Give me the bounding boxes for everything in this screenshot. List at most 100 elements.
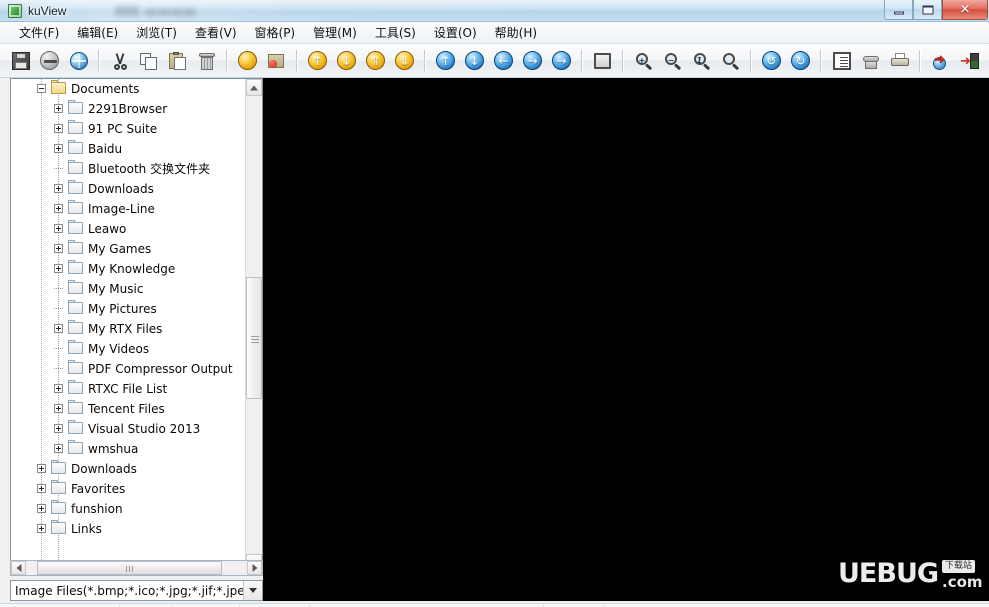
tree-item[interactable]: 91 PC Suite: [11, 119, 245, 139]
expand-icon[interactable]: [54, 244, 63, 253]
expand-icon[interactable]: [37, 524, 46, 533]
tree-item[interactable]: Links: [11, 519, 245, 539]
expand-icon[interactable]: [54, 204, 63, 213]
tree-item[interactable]: Baidu: [11, 139, 245, 159]
first-image-button[interactable]: ⇑: [362, 47, 389, 74]
previous-image-button[interactable]: ↑: [304, 47, 331, 74]
scrollbar-up-button[interactable]: [246, 79, 262, 96]
scroll-right-button[interactable]: →: [519, 47, 546, 74]
scrollbar-thumb[interactable]: [246, 277, 262, 399]
scroll-left-button-h[interactable]: [11, 561, 26, 575]
browser-button[interactable]: [65, 47, 92, 74]
properties-button[interactable]: [828, 47, 855, 74]
menu-browse[interactable]: 浏览(T): [127, 22, 186, 43]
tree-item[interactable]: My RTX Files: [11, 319, 245, 339]
expand-icon[interactable]: [37, 484, 46, 493]
expand-icon[interactable]: [54, 124, 63, 133]
color-adjust-button[interactable]: [263, 47, 290, 74]
print-button[interactable]: [886, 47, 913, 74]
last-image-button[interactable]: ⇓: [391, 47, 418, 74]
refresh-button[interactable]: ➜: [927, 47, 954, 74]
expand-icon[interactable]: [54, 144, 63, 153]
menu-edit[interactable]: 编辑(E): [68, 22, 127, 43]
tree-item-label: Favorites: [71, 482, 126, 496]
undo-button[interactable]: ↺: [758, 47, 785, 74]
tree-item[interactable]: PDF Compressor Output: [11, 359, 245, 379]
zoom-actual-button[interactable]: 1: [688, 47, 715, 74]
tree-item[interactable]: Documents: [11, 79, 245, 99]
delete-button[interactable]: [36, 47, 63, 74]
tree-item[interactable]: My Pictures: [11, 299, 245, 319]
redo-button[interactable]: ↻: [787, 47, 814, 74]
tree-item[interactable]: Tencent Files: [11, 399, 245, 419]
tree-item[interactable]: My Music: [11, 279, 245, 299]
tree-item[interactable]: My Knowledge: [11, 259, 245, 279]
menu-tools[interactable]: 工具(S): [366, 22, 425, 43]
forward-button[interactable]: →: [548, 47, 575, 74]
magnifier-minus-icon: −: [664, 52, 682, 70]
maximize-button[interactable]: [913, 0, 942, 20]
tree-item[interactable]: wmshua: [11, 439, 245, 459]
image-viewer-canvas[interactable]: [263, 78, 989, 601]
menu-file[interactable]: 文件(F): [10, 22, 68, 43]
minimize-button[interactable]: [884, 0, 913, 20]
zoom-in-button[interactable]: +: [630, 47, 657, 74]
zoom-fit-button[interactable]: [717, 47, 744, 74]
expand-icon[interactable]: [54, 384, 63, 393]
rotate-button[interactable]: [234, 47, 261, 74]
horizontal-scrollbar-thumb[interactable]: [37, 561, 222, 575]
expand-icon[interactable]: [54, 424, 63, 433]
expand-icon[interactable]: [54, 404, 63, 413]
tree-item[interactable]: Bluetooth 交换文件夹: [11, 159, 245, 179]
tree-item[interactable]: RTXC File List: [11, 379, 245, 399]
menu-help[interactable]: 帮助(H): [486, 22, 546, 43]
expand-icon[interactable]: [54, 184, 63, 193]
tree-item[interactable]: Downloads: [11, 459, 245, 479]
expand-icon[interactable]: [54, 444, 63, 453]
tree-item[interactable]: Leawo: [11, 219, 245, 239]
next-image-button[interactable]: ↓: [333, 47, 360, 74]
save-button[interactable]: [7, 47, 34, 74]
expand-icon[interactable]: [54, 264, 63, 273]
folder-tree-panel[interactable]: Documents 2291Browser 91 PC Suite Baidu Blue…: [10, 78, 263, 572]
tree-item[interactable]: 2291Browser: [11, 99, 245, 119]
paste-button[interactable]: [164, 47, 191, 74]
scroll-right-button-h[interactable]: [247, 561, 262, 575]
scroll-left-button[interactable]: ←: [490, 47, 517, 74]
file-type-filter-combo[interactable]: Image Files(*.bmp;*.ico;*.jpg;*.jif;*.jp…: [10, 580, 263, 601]
expand-icon[interactable]: [54, 224, 63, 233]
tree-item[interactable]: My Videos: [11, 339, 245, 359]
folder-tree[interactable]: Documents 2291Browser 91 PC Suite Baidu Blue…: [11, 79, 245, 571]
menu-settings[interactable]: 设置(O): [425, 22, 486, 43]
menu-manage[interactable]: 管理(M): [304, 22, 366, 43]
tree-item[interactable]: Favorites: [11, 479, 245, 499]
tree-item[interactable]: Downloads: [11, 179, 245, 199]
file-type-filter-dropdown-button[interactable]: [243, 581, 262, 600]
collapse-icon[interactable]: [37, 84, 46, 93]
expand-icon[interactable]: [54, 104, 63, 113]
menu-view[interactable]: 查看(V): [186, 22, 246, 43]
tree-item[interactable]: funshion: [11, 499, 245, 519]
exit-button[interactable]: ➜: [956, 47, 983, 74]
tree-item[interactable]: Visual Studio 2013: [11, 419, 245, 439]
tree-horizontal-scrollbar[interactable]: [10, 560, 263, 576]
scroll-up-button[interactable]: ↑: [432, 47, 459, 74]
trash-button[interactable]: [193, 47, 220, 74]
scroll-down-button[interactable]: ↓: [461, 47, 488, 74]
expand-icon[interactable]: [37, 464, 46, 473]
tree-item[interactable]: My Games: [11, 239, 245, 259]
folder-icon: [68, 320, 83, 334]
tree-vertical-scrollbar[interactable]: [245, 79, 262, 571]
tree-item[interactable]: Image-Line: [11, 199, 245, 219]
copy-button[interactable]: [135, 47, 162, 74]
app-icon: [8, 4, 22, 18]
cut-button[interactable]: [106, 47, 133, 74]
expand-icon[interactable]: [37, 504, 46, 513]
expand-icon[interactable]: [54, 324, 63, 333]
batch-button[interactable]: [857, 47, 884, 74]
close-button[interactable]: ✕: [942, 0, 988, 20]
orange-arrow-bottom-icon: ⇓: [395, 51, 414, 70]
fullscreen-button[interactable]: [589, 47, 616, 74]
zoom-out-button[interactable]: −: [659, 47, 686, 74]
menu-pane[interactable]: 窗格(P): [246, 22, 305, 43]
